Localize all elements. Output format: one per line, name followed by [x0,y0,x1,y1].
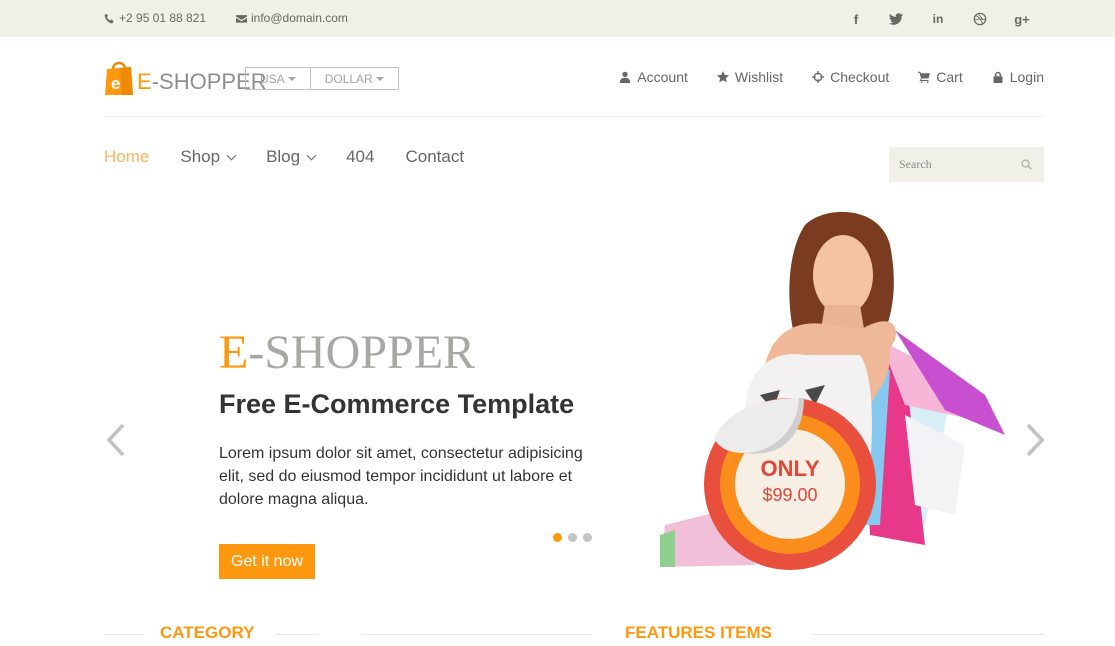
chevron-down-icon [306,150,317,160]
category-line-left [104,634,144,635]
country-dropdown[interactable]: USA [245,67,311,90]
chevron-left-icon [106,423,125,457]
google-plus-icon[interactable]: g+ [1012,9,1032,29]
svg-text:e: e [111,74,120,93]
slide-indicator[interactable] [553,533,562,542]
email-contact[interactable]: info@domain.com [236,11,348,25]
slider-indicators [553,533,592,542]
phone-number: +2 95 01 88 821 [119,11,207,25]
star-icon [716,71,729,83]
logo[interactable]: e E-SHOPPER [104,57,267,97]
slider-next-arrow[interactable] [1018,422,1048,458]
slide-indicator[interactable] [568,533,577,542]
phone-icon [104,13,114,23]
user-nav: Account Wishlist Checkout Cart Login [619,69,1044,85]
account-link[interactable]: Account [619,69,688,85]
dribbble-icon[interactable] [970,9,990,29]
shopping-bag-logo-icon: e [105,61,133,95]
slider-prev-arrow[interactable] [103,422,133,458]
twitter-icon[interactable] [886,9,906,29]
caret-down-icon [287,76,296,81]
nav-blog[interactable]: Blog [266,147,317,167]
login-link[interactable]: Login [992,69,1044,85]
phone-contact[interactable]: +2 95 01 88 821 [104,11,206,25]
category-heading: CATEGORY [160,623,255,642]
email-address: info@domain.com [251,11,348,25]
slide-description: Lorem ipsum dolor sit amet, consectetur … [219,445,583,508]
lock-icon [993,71,1003,83]
crosshairs-icon [812,71,825,83]
badge-price: $99.00 [762,485,818,505]
chevron-down-icon [226,150,237,160]
get-it-now-button[interactable]: Get it now [219,544,315,579]
features-line-left [362,634,592,635]
search-icon[interactable] [1021,159,1032,170]
wishlist-link[interactable]: Wishlist [716,69,783,85]
envelope-icon [236,14,247,23]
caret-down-icon [375,76,384,81]
search-input[interactable] [899,157,1009,172]
slide-indicator[interactable] [583,533,592,542]
features-line-right [813,634,1044,635]
search-box [889,147,1044,182]
price-badge [704,398,876,570]
nav-404[interactable]: 404 [346,147,374,167]
currency-dropdown[interactable]: DOLLAR [310,67,399,90]
slide-subtitle: Free E-Commerce Template [219,389,575,419]
nav-home[interactable]: Home [104,147,149,167]
nav-contact[interactable]: Contact [405,147,464,167]
features-heading: FEATURES ITEMS [625,623,773,642]
linkedin-icon[interactable]: in [928,9,948,29]
nav-shop[interactable]: Shop [180,147,237,167]
locale-selectors: USA DOLLAR [245,67,399,90]
main-nav: Home Shop Blog 404 Contact [104,147,495,167]
slide-title: E-SHOPPER [219,326,476,379]
chevron-right-icon [1026,423,1045,457]
cart-link[interactable]: Cart [918,69,963,85]
facebook-icon[interactable]: f [846,9,866,29]
user-icon [620,71,631,83]
badge-only-label: ONLY [760,456,820,481]
cart-icon [918,71,931,83]
header-divider [104,116,1044,117]
checkout-link[interactable]: Checkout [812,69,889,85]
category-line-right [276,634,318,635]
